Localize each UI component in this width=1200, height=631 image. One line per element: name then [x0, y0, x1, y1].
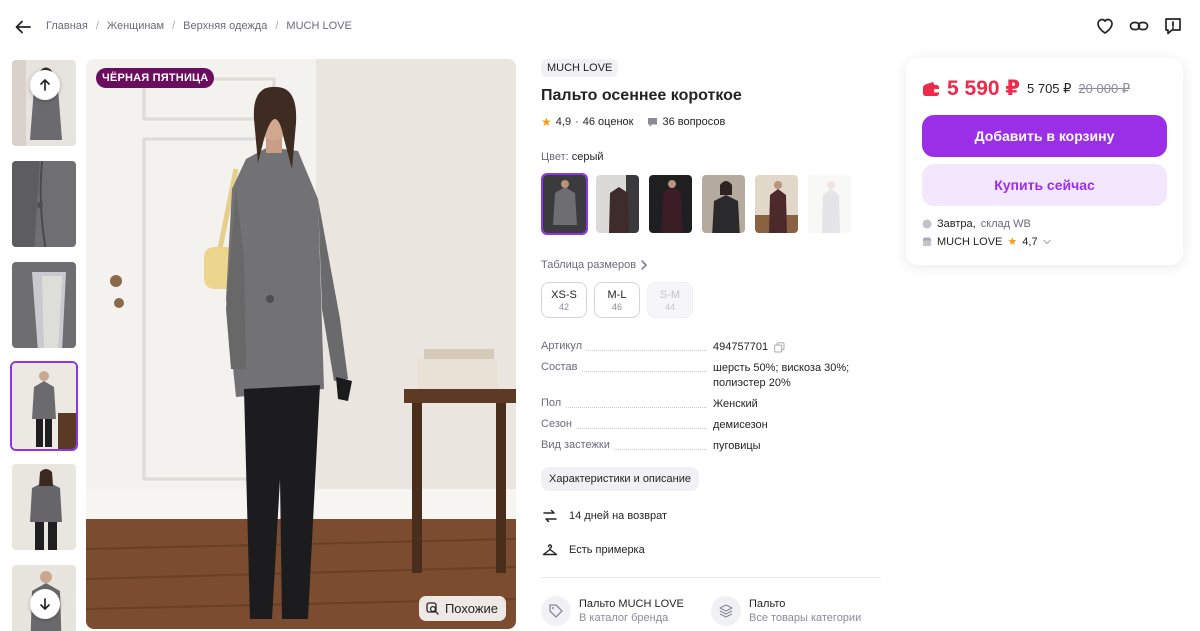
chevron-right-icon [640, 260, 648, 270]
star-icon: ★ [1007, 236, 1018, 248]
product-info: MUCH LOVE Пальто осеннее короткое ★ 4,9 … [541, 58, 881, 626]
scroll-down-arrow-icon[interactable] [30, 589, 60, 619]
spec-value: Женский [713, 397, 758, 410]
copy-icon[interactable] [774, 341, 785, 353]
return-arrows-icon [541, 507, 559, 525]
star-icon: ★ [541, 115, 552, 129]
size-table-link[interactable]: Таблица размеров [541, 259, 881, 271]
delivery-info: Завтра, склад WB [922, 218, 1167, 230]
article-number: 494757701 [713, 341, 769, 353]
color-swatch-4[interactable] [700, 173, 747, 235]
back-arrow-icon[interactable] [12, 16, 34, 38]
spec-row-gender: Пол Женский [541, 396, 881, 411]
buy-card: 5 590 ₽ 5 705 ₽ 20 000 ₽ Добавить в корз… [906, 58, 1183, 265]
layers-icon [711, 595, 741, 626]
seller-name: MUCH LOVE [937, 235, 1003, 248]
price-without-wallet: 5 705 ₽ [1027, 80, 1072, 96]
favorite-heart-icon[interactable] [1094, 15, 1116, 37]
top-actions [1094, 15, 1184, 37]
color-swatch-6[interactable] [806, 173, 853, 235]
product-title: Пальто осеннее короткое [541, 87, 742, 104]
color-swatch-gray[interactable] [541, 173, 588, 235]
size-option-xs-s[interactable]: XS-S 42 [541, 282, 587, 318]
buy-now-button[interactable]: Купить сейчас [922, 164, 1167, 206]
main-product-photo[interactable]: ЧЁРНАЯ ПЯТНИЦА Похожие [86, 59, 516, 629]
thumbnail-strip[interactable] [10, 58, 80, 631]
thumbnail-3[interactable] [10, 260, 78, 350]
seller-rating: 4,7 [1022, 235, 1038, 248]
thumbnail-2[interactable] [10, 159, 78, 249]
color-swatch-2[interactable] [594, 173, 641, 235]
questions-link[interactable]: 36 вопросов [647, 116, 725, 128]
promo-badge: ЧЁРНАЯ ПЯТНИЦА [96, 68, 215, 88]
similar-search-icon [426, 602, 439, 615]
rating-row: ★ 4,9 · 46 оценок 36 вопросов [541, 115, 726, 129]
color-swatch-3[interactable] [647, 173, 694, 235]
size-option-m-l[interactable]: M-L 46 [594, 282, 640, 318]
breadcrumb-brand[interactable]: MUCH LOVE [286, 20, 351, 32]
spec-row-season: Сезон демисезон [541, 418, 881, 432]
spec-value: демисезон [713, 419, 768, 432]
breadcrumb-women[interactable]: Женщинам [107, 20, 164, 32]
return-perk: 14 дней на возврат [541, 507, 881, 525]
price-row: 5 590 ₽ 5 705 ₽ 20 000 ₽ [922, 76, 1167, 101]
add-to-cart-button[interactable]: Добавить в корзину [922, 115, 1167, 157]
share-link-icon[interactable] [1128, 15, 1150, 37]
spec-row-fastener: Вид застежки пуговицы [541, 439, 881, 453]
scroll-up-arrow-icon[interactable] [30, 70, 60, 100]
category-link[interactable]: Пальто Все товары категории [711, 595, 881, 626]
store-icon [922, 237, 932, 247]
delivery-warehouse: склад WB [980, 218, 1031, 230]
related-links: Пальто MUCH LOVE В каталог бренда Пальто… [541, 595, 881, 626]
thumbnail-4[interactable] [10, 361, 78, 451]
similar-products-button[interactable]: Похожие [418, 596, 506, 621]
spec-key: Пол [541, 396, 566, 409]
tag-icon [541, 595, 571, 626]
delivery-day: Завтра, [937, 218, 976, 230]
divider [541, 576, 881, 578]
spec-key: Состав [541, 361, 582, 374]
price-main: 5 590 ₽ [947, 77, 1020, 100]
spec-value: пуговицы [713, 440, 761, 453]
questions-count: 36 вопросов [662, 116, 726, 128]
hanger-icon [541, 541, 559, 559]
top-bar: Главная / Женщинам / Верхняя одежда / MU… [0, 0, 1200, 52]
breadcrumb: Главная / Женщинам / Верхняя одежда / MU… [46, 20, 352, 32]
breadcrumb-home[interactable]: Главная [46, 20, 88, 32]
coat-photo-illustration [86, 59, 516, 629]
brand-catalog-link[interactable]: Пальто MUCH LOVE В каталог бренда [541, 595, 711, 626]
breadcrumb-outerwear[interactable]: Верхняя одежда [183, 20, 267, 32]
price-old: 20 000 ₽ [1078, 80, 1131, 96]
size-options: XS-S 42 M-L 46 S-M 44 [541, 282, 881, 318]
color-label: Цвет: серый [541, 151, 604, 163]
spec-row-composition: Состав шерсть 50%; вискоза 30%; полиэсте… [541, 361, 881, 390]
spec-key: Вид застежки [541, 439, 614, 452]
brand-chip[interactable]: MUCH LOVE [541, 59, 619, 77]
color-swatch-5[interactable] [753, 173, 800, 235]
report-icon[interactable] [1162, 15, 1184, 37]
ratings-count[interactable]: 46 оценок [583, 116, 634, 128]
characteristics-button[interactable]: Характеристики и описание [541, 466, 699, 491]
size-option-s-m: S-M 44 [647, 282, 693, 318]
spec-value: шерсть 50%; вискоза 30%; полиэстер 20% [713, 362, 850, 389]
color-value: серый [571, 151, 604, 163]
fitting-perk: Есть примерка [541, 541, 881, 559]
color-swatches [541, 173, 881, 235]
chevron-down-icon [1042, 239, 1051, 245]
spec-key: Сезон [541, 418, 576, 431]
wallet-icon [922, 81, 940, 97]
specs-table: Артикул 494757701 Состав шерсть 50%; вис… [541, 340, 881, 454]
thumbnail-5[interactable] [10, 462, 78, 552]
rating-value[interactable]: 4,9 [556, 116, 571, 128]
similar-label: Похожие [444, 601, 498, 616]
question-bubble-icon [647, 117, 658, 128]
spec-row-article: Артикул 494757701 [541, 340, 881, 354]
spec-key: Артикул [541, 340, 587, 352]
warehouse-icon [922, 219, 932, 229]
seller-link[interactable]: MUCH LOVE ★ 4,7 [922, 235, 1167, 248]
